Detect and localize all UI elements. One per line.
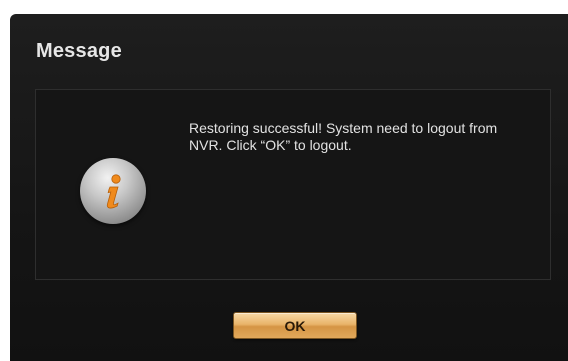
message-text: Restoring successful! System need to log…	[189, 120, 498, 153]
info-icon	[80, 158, 146, 224]
ok-button[interactable]: OK	[233, 312, 357, 339]
message-dialog: Message Restoring successful! System nee…	[10, 14, 568, 361]
message-panel: Restoring successful! System need to log…	[35, 89, 551, 280]
dialog-title: Message	[36, 40, 122, 62]
